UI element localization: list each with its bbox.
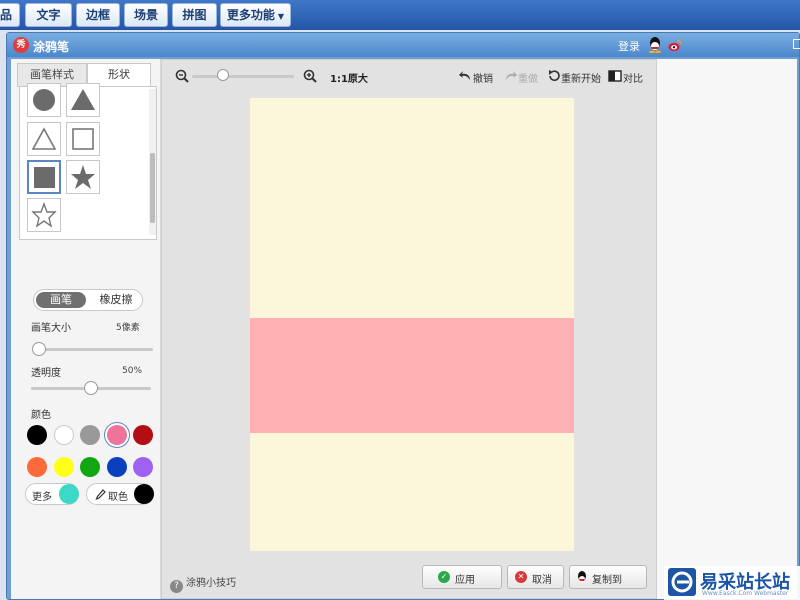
color-swatch[interactable]	[106, 457, 127, 477]
menu-item-text[interactable]: 文字	[25, 3, 72, 27]
shape-outline-triangle[interactable]	[27, 122, 61, 156]
more-colors-button[interactable]: 更多	[25, 483, 79, 505]
shape-filled-circle[interactable]	[27, 83, 61, 117]
brush-size-slider[interactable]	[33, 348, 153, 351]
color-swatch[interactable]	[53, 425, 74, 445]
color-label: 颜色	[31, 410, 51, 421]
brush-size-value: 5像素	[116, 323, 140, 333]
copy-to-label: 复制到	[592, 575, 622, 586]
chevron-down-icon: ▼	[277, 12, 285, 21]
filled-square-icon	[34, 167, 55, 188]
compare-button[interactable]: 对比	[623, 70, 643, 85]
left-panel: 画笔样式 形状 画笔 橡皮擦 画笔大小 5像素 透明度 50% 颜色 更多 取色	[11, 59, 161, 599]
tips-link[interactable]: ? 涂鸦小技巧	[170, 574, 236, 593]
watermark-e-icon	[671, 571, 693, 593]
undo-icon[interactable]	[458, 69, 472, 83]
copy-to-button[interactable]: 复制到	[569, 565, 647, 589]
color-swatch[interactable]	[53, 457, 74, 477]
eyedropper-label: 取色	[108, 492, 128, 503]
canvas-area: 1:1原大 撤销 重做 重新开始 对比 ? 涂鸦小技巧 ✓ 应用 ✕ 取消 复制…	[161, 59, 657, 599]
menu-item-border[interactable]: 边框	[76, 3, 120, 27]
outline-star-icon	[31, 202, 57, 228]
top-menu-bar: 品 文字 边框 场景 拼图 更多功能 ▼	[0, 0, 800, 30]
watermark-logo-icon	[668, 568, 696, 596]
qq-icon[interactable]	[648, 37, 662, 53]
color-swatch[interactable]	[133, 425, 153, 445]
compare-icon[interactable]	[608, 69, 622, 83]
redo-icon[interactable]	[504, 69, 518, 83]
app-logo-icon: 秀	[13, 37, 29, 53]
zoom-out-icon[interactable]	[175, 69, 189, 83]
weibo-icon[interactable]	[668, 38, 682, 52]
menu-item-scene[interactable]: 场景	[124, 3, 168, 27]
more-colors-label: 更多	[32, 492, 52, 503]
canvas-toolbar: 1:1原大 撤销 重做 重新开始 对比	[162, 60, 656, 92]
filled-triangle-icon	[71, 89, 95, 110]
opacity-slider-knob[interactable]	[84, 381, 98, 395]
brush-size-slider-knob[interactable]	[32, 342, 46, 356]
apply-label: 应用	[455, 575, 475, 586]
shape-filled-triangle[interactable]	[66, 83, 100, 117]
dialog-content: 画笔样式 形状 画笔 橡皮擦 画笔大小 5像素 透明度 50% 颜色 更多 取色…	[11, 59, 797, 599]
drawn-rectangle	[250, 318, 574, 433]
site-watermark: 易采站长站 Www.Easck.Com Webmaster	[664, 566, 800, 600]
apply-button[interactable]: ✓ 应用	[422, 565, 502, 589]
color-swatch[interactable]	[80, 425, 100, 445]
more-color-swatch	[59, 484, 79, 504]
menu-item-partial[interactable]: 品	[0, 3, 20, 27]
help-icon: ?	[170, 580, 183, 593]
watermark-subtext: Www.Easck.Com Webmaster	[702, 590, 789, 597]
color-swatch[interactable]	[106, 425, 127, 445]
doodle-dialog: 秀 涂鸦笔 登录 画笔样式 形状 画笔 橡皮擦 画笔大小 5像素 透明度 50%…	[6, 32, 800, 600]
restart-icon[interactable]	[547, 69, 561, 83]
zoom-slider[interactable]	[192, 75, 294, 78]
brush-mode-button[interactable]: 画笔	[36, 292, 86, 308]
tips-label: 涂鸦小技巧	[186, 578, 236, 589]
background-area	[657, 59, 797, 599]
opacity-value: 50%	[122, 366, 143, 376]
undo-button[interactable]: 撤销	[473, 70, 493, 85]
shape-grid	[19, 83, 157, 240]
redo-button[interactable]: 重做	[518, 70, 538, 85]
login-link[interactable]: 登录	[618, 38, 640, 54]
shape-scrollbar-thumb[interactable]	[150, 153, 155, 223]
restart-button[interactable]: 重新开始	[561, 70, 601, 85]
shape-outline-square[interactable]	[66, 122, 100, 156]
dialog-titlebar: 秀 涂鸦笔 登录	[7, 33, 800, 57]
dialog-title: 涂鸦笔	[33, 40, 70, 54]
menu-item-collage[interactable]: 拼图	[172, 3, 217, 27]
color-swatch[interactable]	[27, 457, 47, 477]
shape-filled-square[interactable]	[27, 160, 61, 194]
cancel-label: 取消	[532, 575, 552, 586]
eraser-mode-button[interactable]: 橡皮擦	[92, 292, 140, 308]
shape-filled-star[interactable]	[66, 160, 100, 194]
filled-star-icon	[71, 165, 95, 189]
zoom-slider-knob[interactable]	[216, 69, 229, 81]
actual-size-button[interactable]: 1:1原大	[330, 70, 368, 85]
eyedropper-button[interactable]: 取色	[86, 483, 154, 505]
shape-outline-star[interactable]	[27, 198, 61, 232]
filled-circle-icon	[33, 89, 55, 111]
menu-item-more-label: 更多功能	[226, 8, 275, 22]
eyedropper-icon	[95, 489, 106, 500]
mode-toggle: 画笔 橡皮擦	[33, 289, 143, 311]
drawing-canvas[interactable]	[250, 98, 574, 551]
menu-item-more[interactable]: 更多功能 ▼	[220, 3, 291, 27]
check-icon: ✓	[438, 571, 450, 583]
color-swatch[interactable]	[27, 425, 47, 445]
outline-triangle-icon	[31, 127, 57, 150]
color-swatch[interactable]	[133, 457, 153, 477]
picked-color-swatch	[134, 484, 154, 504]
outline-square-icon	[72, 128, 94, 150]
close-icon: ✕	[515, 571, 527, 583]
qq-icon	[578, 571, 586, 582]
zoom-in-icon[interactable]	[303, 69, 317, 83]
window-maximize-icon[interactable]	[793, 39, 800, 49]
brush-size-label: 画笔大小	[31, 323, 71, 334]
cancel-button[interactable]: ✕ 取消	[507, 565, 564, 589]
color-swatch[interactable]	[80, 457, 100, 477]
opacity-label: 透明度	[31, 368, 61, 379]
